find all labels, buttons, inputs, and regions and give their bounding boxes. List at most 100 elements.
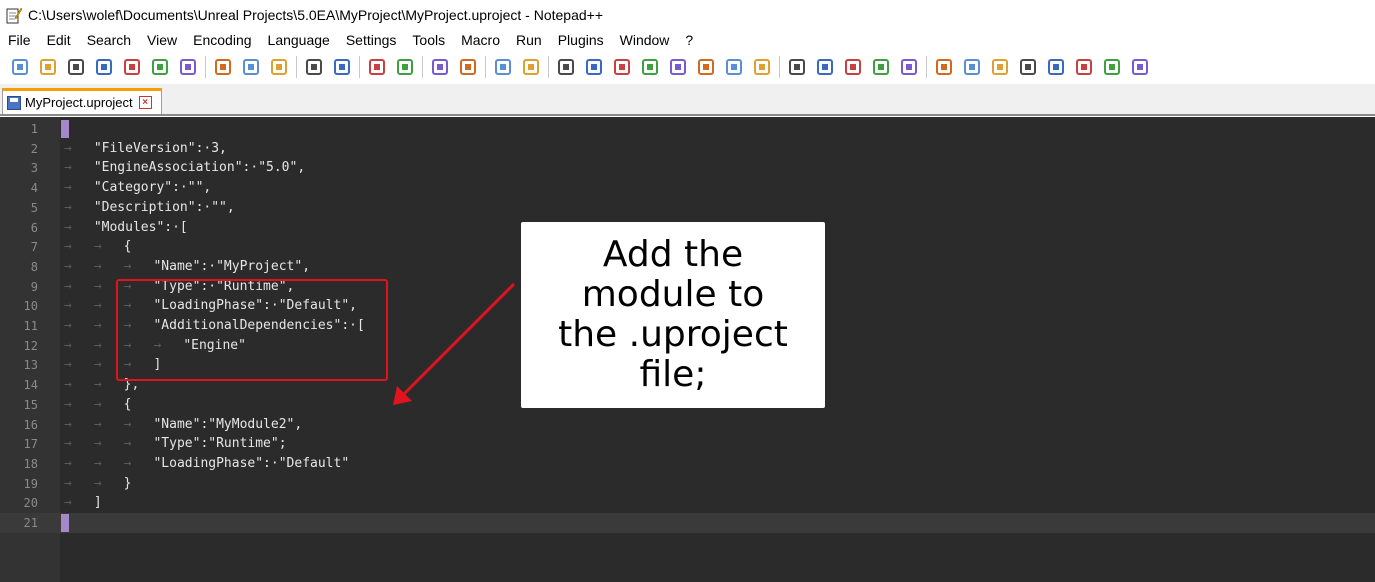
code-line[interactable]: 18 →→→"LoadingPhase":·"Default"	[0, 454, 1375, 474]
menu-tools[interactable]: Tools	[404, 32, 453, 48]
menu-language[interactable]: Language	[260, 32, 338, 48]
menu-edit[interactable]: Edit	[39, 32, 79, 48]
show-all-chars-icon[interactable]	[585, 58, 603, 76]
code-line[interactable]: 5 →"Description":·"",	[0, 198, 1375, 218]
callout-box: Add the module to the .uproject file;	[521, 222, 825, 408]
play-icon[interactable]	[844, 58, 862, 76]
cut-icon[interactable]	[214, 58, 232, 76]
new-icon[interactable]	[11, 58, 29, 76]
menu-view[interactable]: View	[139, 32, 185, 48]
udl-icon[interactable]	[641, 58, 659, 76]
unfold-icon[interactable]	[1103, 58, 1121, 76]
zoom-out-icon[interactable]	[459, 58, 477, 76]
saved-file-icon	[7, 95, 21, 110]
line-number: 19	[23, 476, 38, 491]
line-number: 1	[30, 122, 38, 136]
line-number: 8	[30, 259, 38, 274]
compare-2-icon[interactable]	[991, 58, 1009, 76]
sync-h-icon[interactable]	[522, 58, 540, 76]
tab-label: MyProject.uproject	[25, 95, 133, 110]
line-number: 2	[30, 141, 38, 156]
play-multi-icon[interactable]	[872, 58, 890, 76]
code-line[interactable]: 19 →→}	[0, 474, 1375, 494]
open-icon[interactable]	[39, 58, 57, 76]
line-number: 11	[23, 319, 38, 333]
code-text: →→→"Type":"Runtime";	[64, 434, 287, 454]
toolbar-separator	[359, 56, 360, 78]
close-all-icon[interactable]	[151, 58, 169, 76]
menu-macro[interactable]: Macro	[453, 32, 508, 48]
tab-bar: MyProject.uproject ×	[0, 84, 1375, 116]
code-line[interactable]: 1	[0, 119, 1375, 139]
find-icon[interactable]	[368, 58, 386, 76]
func-list-icon[interactable]	[697, 58, 715, 76]
code-line[interactable]: 3 →"EngineAssociation":·"5.0",	[0, 158, 1375, 178]
menu-encoding[interactable]: Encoding	[185, 32, 259, 48]
code-line[interactable]: 2 →"FileVersion":·3,	[0, 139, 1375, 159]
line-number: 9	[30, 279, 38, 294]
code-text: →→{	[64, 237, 131, 257]
menu-file[interactable]: File	[0, 32, 39, 48]
code-line[interactable]: 20 →]	[0, 493, 1375, 513]
compare-icon[interactable]	[963, 58, 981, 76]
indent-arrows: →→	[64, 377, 124, 393]
folder-workspace-icon[interactable]	[725, 58, 743, 76]
close-icon[interactable]	[123, 58, 141, 76]
monitor-icon[interactable]	[753, 58, 771, 76]
indent-arrows: →→→	[64, 258, 154, 274]
code-line[interactable]: 21	[0, 513, 1375, 533]
replace-icon[interactable]	[396, 58, 414, 76]
paste-icon[interactable]	[270, 58, 288, 76]
code-text: →→→"Name":·"MyProject",	[64, 257, 310, 277]
menu-window[interactable]: Window	[612, 32, 678, 48]
save-all-icon[interactable]	[95, 58, 113, 76]
toolbar	[0, 51, 1375, 83]
menu-settings[interactable]: Settings	[338, 32, 405, 48]
fold-icon[interactable]	[1019, 58, 1037, 76]
print-icon[interactable]	[179, 58, 197, 76]
close-tab-icon[interactable]: ×	[138, 96, 152, 109]
record-icon[interactable]	[788, 58, 806, 76]
copy-icon[interactable]	[242, 58, 260, 76]
code-line[interactable]: 4 →"Category":·"",	[0, 178, 1375, 198]
down-icon[interactable]	[1075, 58, 1093, 76]
indent-arrows: →→	[64, 396, 124, 412]
line-number: 21	[23, 516, 38, 530]
menu-plugins[interactable]: Plugins	[550, 32, 612, 48]
toolbar-separator	[485, 56, 486, 78]
code-line[interactable]: 17 →→→"Type":"Runtime";	[0, 434, 1375, 454]
doc-map-icon[interactable]	[669, 58, 687, 76]
indent-arrows: →	[64, 140, 94, 156]
up-icon[interactable]	[1047, 58, 1065, 76]
indent-guide-icon[interactable]	[613, 58, 631, 76]
code-line[interactable]: 16 →→→"Name":"MyModule2",	[0, 415, 1375, 435]
tab-myproject-uproject[interactable]: MyProject.uproject ×	[2, 88, 162, 114]
menu-help[interactable]: ?	[677, 32, 701, 48]
line-number: 10	[23, 299, 38, 314]
line-number: 12	[23, 338, 38, 353]
code-text: →→{	[64, 395, 131, 415]
line-number: 16	[23, 417, 38, 432]
highlight-box	[116, 279, 388, 381]
save-icon[interactable]	[67, 58, 85, 76]
menu-run[interactable]: Run	[508, 32, 550, 48]
wrap-icon[interactable]	[557, 58, 575, 76]
undo-icon[interactable]	[305, 58, 323, 76]
code-text: →"FileVersion":·3,	[64, 139, 227, 159]
sync-v-icon[interactable]	[494, 58, 512, 76]
panel-icon[interactable]	[1131, 58, 1149, 76]
spell-icon[interactable]	[935, 58, 953, 76]
change-marker	[61, 120, 69, 138]
menu-search[interactable]: Search	[79, 32, 139, 48]
stop-icon[interactable]	[816, 58, 834, 76]
indent-arrows: →→→	[64, 455, 154, 471]
code-content: "FileVersion":·3,	[93, 140, 227, 156]
save-macro-icon[interactable]	[900, 58, 918, 76]
zoom-in-icon[interactable]	[431, 58, 449, 76]
code-text: →"Modules":·[	[64, 218, 188, 238]
line-number: 18	[23, 456, 38, 471]
line-number: 5	[30, 200, 38, 215]
indent-arrows: →	[64, 219, 94, 235]
redo-icon[interactable]	[333, 58, 351, 76]
indent-arrows: →	[64, 180, 94, 196]
